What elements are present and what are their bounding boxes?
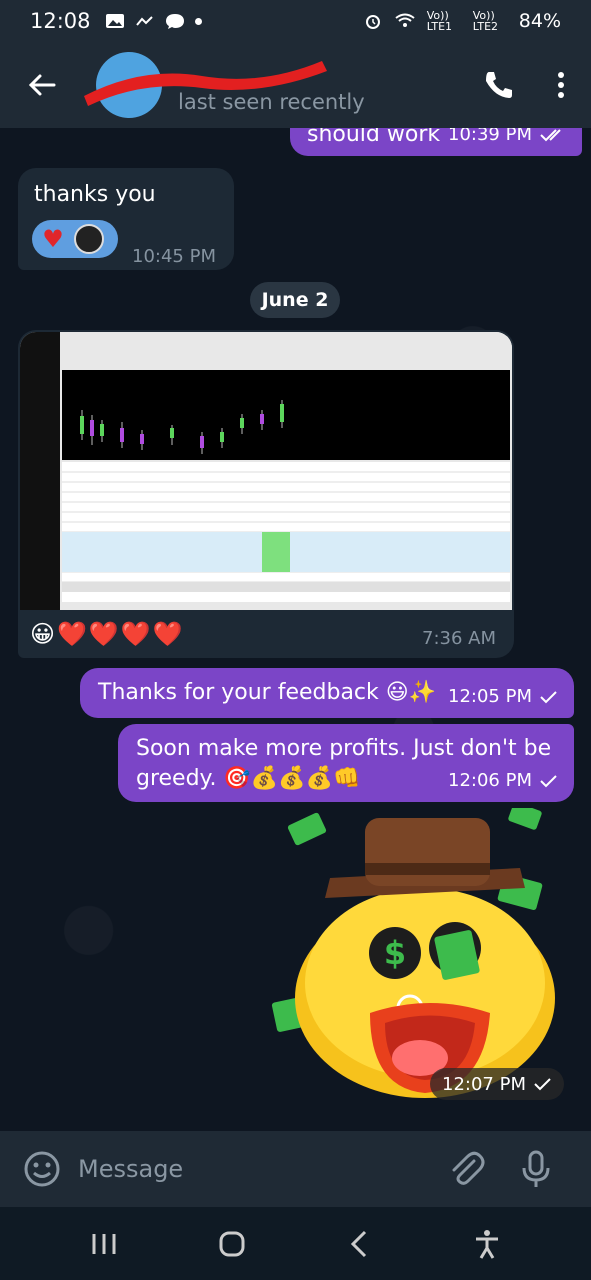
message-bubble-incoming[interactable]: thanks you ♥ 10:45 PM [18,168,234,270]
more-options-icon[interactable] [557,71,565,99]
sticker-meta: 12:07 PM [430,1068,564,1100]
emoji-icon[interactable] [20,1147,64,1191]
date-separator: June 2 [250,282,340,318]
message-text: Thanks for your feedback 😃✨ [98,680,437,705]
message-time: 12:05 PM [448,686,532,707]
system-navigation-bar [0,1207,591,1280]
message-text: should work [307,128,441,147]
message-bubble-outgoing[interactable]: Soon make more profits. Just don't be gr… [118,724,574,802]
back-button[interactable] [12,55,72,115]
message-time: 12:06 PM [448,770,532,791]
alarm-icon [365,15,380,29]
recent-apps-button[interactable] [80,1220,128,1268]
message-bubble-outgoing[interactable]: Thanks for your feedback 😃✨ 12:05 PM [80,668,574,718]
screenshot-chart [62,370,510,460]
accessibility-icon [476,1229,499,1259]
sim1-signal: Vo)) LTE1 [426,9,453,33]
check-icon [540,690,557,703]
accessibility-button[interactable] [463,1220,511,1268]
chevron-left-icon [351,1230,367,1257]
nav-back-button[interactable] [335,1220,383,1268]
message-input[interactable] [78,1155,438,1183]
chat-notification-icon [165,14,184,29]
message-composer [0,1131,591,1207]
chat-area[interactable]: should work 10:39 PM thanks you ♥ 10:45 … [0,128,591,1131]
back-arrow-icon [28,74,56,96]
reactor-avatar [74,224,104,254]
message-time: 10:45 PM [132,246,216,267]
duck-money-sticker[interactable]: $ $ [270,808,570,1108]
recent-apps-icon [92,1233,116,1254]
avatar[interactable] [84,52,327,118]
notification-dot-icon [194,17,202,25]
message-time: 7:36 AM [422,628,496,649]
double-check-icon [540,128,561,141]
screenshot-image[interactable] [20,332,512,610]
message-time: 12:07 PM [442,1073,526,1095]
sim2-signal: Vo)) LTE2 [472,9,499,33]
missed-call-icon [135,16,153,26]
status-bar: 12:08 Vo)) LTE1 Vo)) LTE2 84% [0,0,591,42]
redaction-scribble [84,61,327,106]
check-icon [540,774,557,787]
phone-call-icon[interactable] [483,69,515,101]
message-time: 10:39 PM [448,128,532,145]
battery-level: 84% [518,10,561,32]
home-icon [219,1231,245,1256]
home-button[interactable] [208,1220,256,1268]
reactions-pill[interactable]: ♥ [32,220,118,258]
chat-header: last seen recently [0,42,591,128]
message-bubble-outgoing[interactable]: should work 10:39 PM [290,128,582,156]
screenshot-table [62,462,510,602]
screenshot-taskbar [20,332,60,610]
wifi-icon [395,13,415,27]
attach-icon[interactable] [444,1147,488,1191]
message-bubble-incoming-image[interactable]: 😀❤️❤️❤️❤️ 7:36 AM [18,330,514,658]
microphone-icon[interactable] [514,1147,558,1191]
check-icon [534,1078,551,1091]
svg-text:$: $ [384,934,406,972]
heart-reaction-icon: ♥ [42,225,64,253]
status-time: 12:08 [30,9,91,33]
message-text: 😀❤️❤️❤️❤️ [30,620,185,648]
message-text: thanks you [34,182,156,207]
gallery-icon [105,14,124,28]
